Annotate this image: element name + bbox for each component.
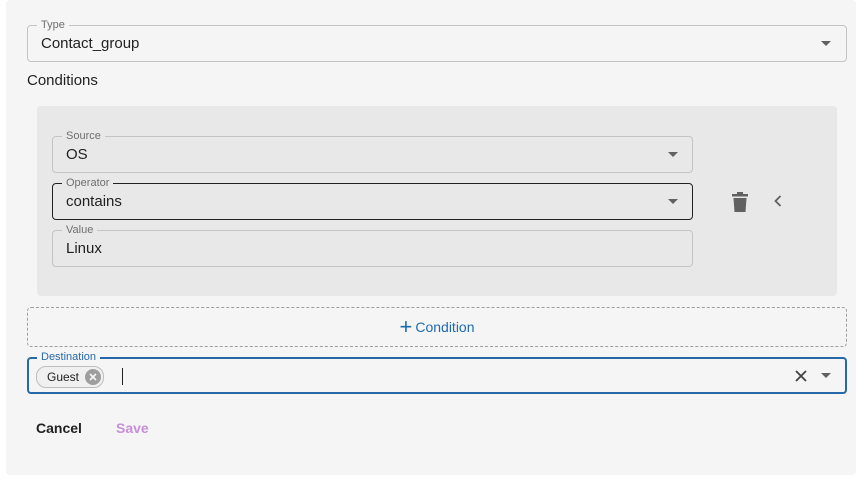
operator-select[interactable]: Operator contains [52,176,693,220]
save-button[interactable]: Save [116,420,149,436]
source-value: OS [66,146,88,163]
caret-down-icon [821,41,831,46]
type-select[interactable]: Type Contact_group [27,18,847,62]
chip-remove-icon[interactable] [85,369,102,385]
trash-icon[interactable] [732,192,748,212]
value-text: Linux [66,240,102,257]
source-select[interactable]: Source OS [52,129,693,173]
cancel-button[interactable]: Cancel [36,420,82,436]
caret-down-icon [668,199,678,204]
destination-chip[interactable]: Guest [36,366,105,388]
plus-icon: + [399,314,413,339]
operator-value: contains [66,193,122,210]
chevron-left-icon[interactable] [771,194,785,208]
conditions-title: Conditions [27,72,98,89]
caret-down-icon[interactable] [821,373,831,378]
add-condition-label: Condition [415,319,475,335]
chip-label: Guest [47,370,80,384]
add-condition-button[interactable]: + Condition [27,307,847,347]
close-icon[interactable] [794,369,808,383]
text-cursor[interactable] [122,368,123,385]
destination-autocomplete[interactable]: Destination Guest [27,350,847,394]
type-value: Contact_group [41,35,140,52]
condition-group: Source OS Operator contains Value Linux [37,106,837,296]
form-card: Type Contact_group Conditions Source OS … [6,0,856,475]
value-input[interactable]: Value Linux [52,223,693,267]
destination-label: Destination [37,350,101,364]
caret-down-icon [668,152,678,157]
